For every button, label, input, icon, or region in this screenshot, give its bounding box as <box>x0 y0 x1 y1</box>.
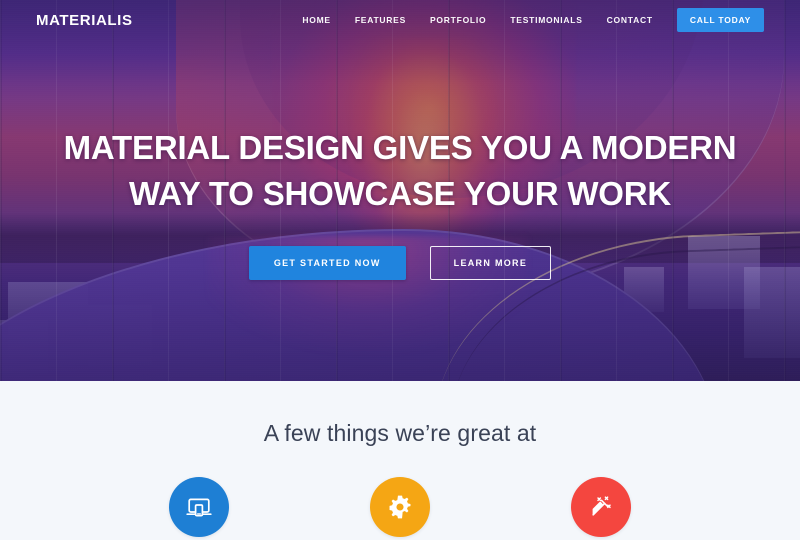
feature-item-responsive[interactable] <box>169 477 229 537</box>
nav-item-contact[interactable]: CONTACT <box>607 15 653 25</box>
feature-icon-circle <box>370 477 430 537</box>
feature-icon-circle <box>169 477 229 537</box>
get-started-button[interactable]: GET STARTED NOW <box>248 246 406 281</box>
features-heading: A few things we’re great at <box>263 420 537 446</box>
features-list <box>0 477 800 537</box>
features-section: A few things we’re great at <box>0 381 800 540</box>
main-navigation: HOME FEATURES PORTFOLIO TESTIMONIALS CON… <box>302 8 800 32</box>
hero-actions: GET STARTED NOW LEARN MORE <box>248 246 552 281</box>
feature-icon-circle <box>571 477 631 537</box>
call-today-button[interactable]: CALL TODAY <box>676 8 764 32</box>
hero-headline: MATERIAL DESIGN GIVES YOU A MODERN WAY T… <box>64 125 737 217</box>
site-header: MATERIALIS HOME FEATURES PORTFOLIO TESTI… <box>0 0 800 40</box>
hero-headline-line-1: MATERIAL DESIGN GIVES YOU A MODERN <box>63 129 737 166</box>
responsive-devices-icon <box>185 493 213 521</box>
learn-more-button[interactable]: LEARN MORE <box>429 246 552 281</box>
feature-item-creative[interactable] <box>571 477 631 537</box>
nav-item-testimonials[interactable]: TESTIMONIALS <box>510 15 582 25</box>
magic-wand-icon <box>587 493 615 521</box>
feature-item-settings[interactable] <box>370 477 430 537</box>
nav-item-features[interactable]: FEATURES <box>355 15 406 25</box>
site-logo[interactable]: MATERIALIS <box>36 12 133 29</box>
nav-item-portfolio[interactable]: PORTFOLIO <box>430 15 486 25</box>
hero-headline-line-2: WAY TO SHOWCASE YOUR WORK <box>128 175 671 213</box>
hero-section: MATERIALIS HOME FEATURES PORTFOLIO TESTI… <box>0 0 800 381</box>
gear-icon <box>387 494 413 520</box>
page-root: MATERIALIS HOME FEATURES PORTFOLIO TESTI… <box>0 0 800 540</box>
hero-content: MATERIAL DESIGN GIVES YOU A MODERN WAY T… <box>0 0 800 381</box>
nav-item-home[interactable]: HOME <box>302 15 331 25</box>
